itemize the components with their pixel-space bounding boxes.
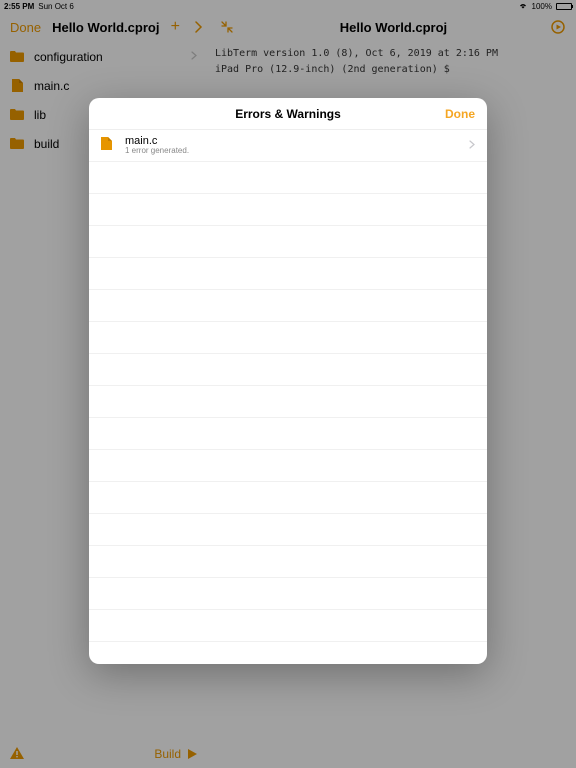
empty-row [89, 418, 487, 450]
chevron-right-icon [469, 140, 475, 152]
empty-row [89, 354, 487, 386]
error-subtitle: 1 error generated. [125, 147, 189, 156]
empty-row [89, 322, 487, 354]
error-row[interactable]: main.c1 error generated. [89, 130, 487, 162]
modal-title: Errors & Warnings [235, 107, 341, 121]
empty-row [89, 450, 487, 482]
empty-row [89, 162, 487, 194]
empty-row [89, 194, 487, 226]
modal-list: main.c1 error generated. [89, 130, 487, 664]
file-icon [101, 137, 115, 155]
empty-row [89, 578, 487, 610]
empty-row [89, 546, 487, 578]
empty-row [89, 514, 487, 546]
empty-row [89, 482, 487, 514]
modal-done-button[interactable]: Done [445, 107, 475, 121]
empty-row [89, 386, 487, 418]
empty-row [89, 258, 487, 290]
empty-row [89, 642, 487, 664]
modal-header: Errors & Warnings Done [89, 98, 487, 130]
errors-warnings-modal: Errors & Warnings Done main.c1 error gen… [89, 98, 487, 664]
empty-row [89, 610, 487, 642]
empty-row [89, 226, 487, 258]
empty-row [89, 290, 487, 322]
